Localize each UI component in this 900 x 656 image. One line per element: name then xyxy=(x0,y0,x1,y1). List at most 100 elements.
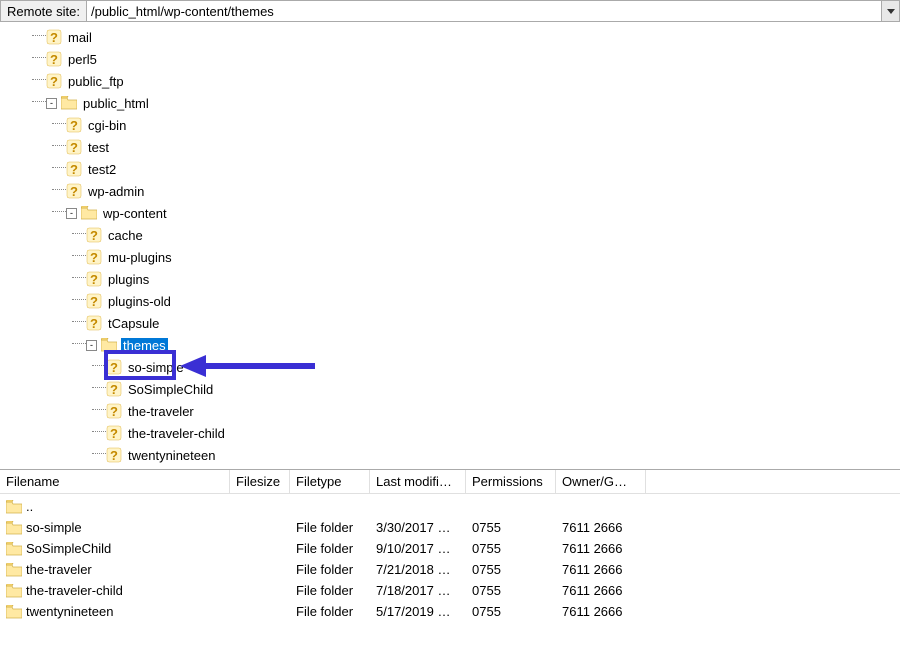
folder-icon xyxy=(81,206,97,220)
svg-text:?: ? xyxy=(110,382,118,397)
tree-item-label: test xyxy=(86,140,111,155)
header-filename[interactable]: Filename xyxy=(0,470,230,493)
cell-modified: 5/17/2019 … xyxy=(370,604,466,619)
tree-item[interactable]: ? cache xyxy=(0,224,900,246)
cell-owner: 7611 2666 xyxy=(556,562,646,577)
svg-text:?: ? xyxy=(90,228,98,243)
cell-modified: 7/21/2018 … xyxy=(370,562,466,577)
tree-item[interactable]: ? the-traveler-child xyxy=(0,422,900,444)
tree-item-label: so-simple xyxy=(126,360,186,375)
filename-label: .. xyxy=(26,499,33,514)
file-list-header: Filename Filesize Filetype Last modifi… … xyxy=(0,470,900,494)
cell-permissions: 0755 xyxy=(466,583,556,598)
tree-item[interactable]: - wp-content xyxy=(0,202,900,224)
tree-item[interactable]: ? perl5 xyxy=(0,48,900,70)
list-item[interactable]: so-simpleFile folder3/30/2017 …07557611 … xyxy=(0,517,900,538)
unknown-folder-icon: ? xyxy=(66,161,82,177)
unknown-folder-icon: ? xyxy=(46,73,62,89)
tree-item-label: mail xyxy=(66,30,94,45)
tree-item[interactable]: ? mail xyxy=(0,26,900,48)
tree-item-label: mu-plugins xyxy=(106,250,174,265)
tree-item[interactable]: ?twentynineteen xyxy=(0,444,900,466)
collapse-icon[interactable]: - xyxy=(86,340,97,351)
tree-item-label: perl5 xyxy=(66,52,99,67)
filename-label: twentynineteen xyxy=(26,604,113,619)
tree-item[interactable]: ?tCapsule xyxy=(0,312,900,334)
cell-owner: 7611 2666 xyxy=(556,541,646,556)
filename-label: the-traveler-child xyxy=(26,583,123,598)
collapse-icon[interactable]: - xyxy=(66,208,77,219)
collapse-icon[interactable]: - xyxy=(46,98,57,109)
tree-item[interactable]: ? so-simple xyxy=(0,356,900,378)
tree-item[interactable]: - public_html xyxy=(0,92,900,114)
list-item[interactable]: the-traveler-childFile folder7/18/2017 …… xyxy=(0,580,900,601)
unknown-folder-icon: ? xyxy=(86,249,102,265)
tree-item[interactable]: - themes xyxy=(0,334,900,356)
tree-item-label: cgi-bin xyxy=(86,118,128,133)
svg-text:?: ? xyxy=(50,74,58,89)
tree-item[interactable]: ? mu-plugins xyxy=(0,246,900,268)
list-item[interactable]: the-travelerFile folder7/21/2018 …075576… xyxy=(0,559,900,580)
svg-text:?: ? xyxy=(90,294,98,309)
tree-item-label: cache xyxy=(106,228,145,243)
cell-filetype: File folder xyxy=(290,583,370,598)
cell-filetype: File folder xyxy=(290,562,370,577)
header-modified[interactable]: Last modifi… xyxy=(370,470,466,493)
chevron-down-icon xyxy=(887,9,895,14)
tree-item-label: twentynineteen xyxy=(126,448,217,463)
tree-item-label: themes xyxy=(121,338,168,353)
cell-filetype: File folder xyxy=(290,520,370,535)
unknown-folder-icon: ? xyxy=(46,29,62,45)
cell-permissions: 0755 xyxy=(466,520,556,535)
unknown-folder-icon: ? xyxy=(106,403,122,419)
header-filetype[interactable]: Filetype xyxy=(290,470,370,493)
tree-item[interactable]: ?cgi-bin xyxy=(0,114,900,136)
filename-label: SoSimpleChild xyxy=(26,541,111,556)
path-dropdown-button[interactable] xyxy=(881,1,899,21)
tree-item[interactable]: ? plugins-old xyxy=(0,290,900,312)
tree-item[interactable]: ?plugins xyxy=(0,268,900,290)
file-list-panel: Filename Filesize Filetype Last modifi… … xyxy=(0,469,900,622)
tree-item[interactable]: ? SoSimpleChild xyxy=(0,378,900,400)
svg-text:?: ? xyxy=(50,30,58,45)
list-item[interactable]: .. xyxy=(0,496,900,517)
header-filesize[interactable]: Filesize xyxy=(230,470,290,493)
tree-item[interactable]: ? test xyxy=(0,136,900,158)
tree-item-label: wp-content xyxy=(101,206,169,221)
tree-item-label: the-traveler-child xyxy=(126,426,227,441)
svg-text:?: ? xyxy=(110,360,118,375)
cell-modified: 3/30/2017 … xyxy=(370,520,466,535)
remote-path-input[interactable] xyxy=(87,1,881,21)
folder-icon xyxy=(6,584,22,598)
folder-icon xyxy=(6,563,22,577)
tree-item[interactable]: ?the-traveler xyxy=(0,400,900,422)
tree-item[interactable]: ? public_ftp xyxy=(0,70,900,92)
tree-item-label: tCapsule xyxy=(106,316,161,331)
cell-filetype: File folder xyxy=(290,604,370,619)
tree-item-label: public_ftp xyxy=(66,74,126,89)
folder-icon xyxy=(6,605,22,619)
tree-item[interactable]: ? test2 xyxy=(0,158,900,180)
unknown-folder-icon: ? xyxy=(66,139,82,155)
tree-item-label: test2 xyxy=(86,162,118,177)
folder-icon xyxy=(6,542,22,556)
file-list-body: .. so-simpleFile folder3/30/2017 …0755761… xyxy=(0,494,900,622)
cell-permissions: 0755 xyxy=(466,541,556,556)
tree-item-label: SoSimpleChild xyxy=(126,382,215,397)
svg-text:?: ? xyxy=(70,162,78,177)
filename-label: the-traveler xyxy=(26,562,92,577)
tree-item[interactable]: ?wp-admin xyxy=(0,180,900,202)
tree-item-label: public_html xyxy=(81,96,151,111)
remote-tree-panel: ?mail?perl5?public_ftp-public_html?cgi-b… xyxy=(0,22,900,469)
list-item[interactable]: twentynineteenFile folder5/17/2019 …0755… xyxy=(0,601,900,622)
svg-text:?: ? xyxy=(50,52,58,67)
tree-item-label: plugins-old xyxy=(106,294,173,309)
tree-item-label: wp-admin xyxy=(86,184,146,199)
remote-path-bar: Remote site: xyxy=(0,0,900,22)
folder-icon xyxy=(6,500,22,514)
unknown-folder-icon: ? xyxy=(106,425,122,441)
header-permissions[interactable]: Permissions xyxy=(466,470,556,493)
list-item[interactable]: SoSimpleChildFile folder9/10/2017 …07557… xyxy=(0,538,900,559)
header-owner[interactable]: Owner/G… xyxy=(556,470,646,493)
svg-text:?: ? xyxy=(90,272,98,287)
